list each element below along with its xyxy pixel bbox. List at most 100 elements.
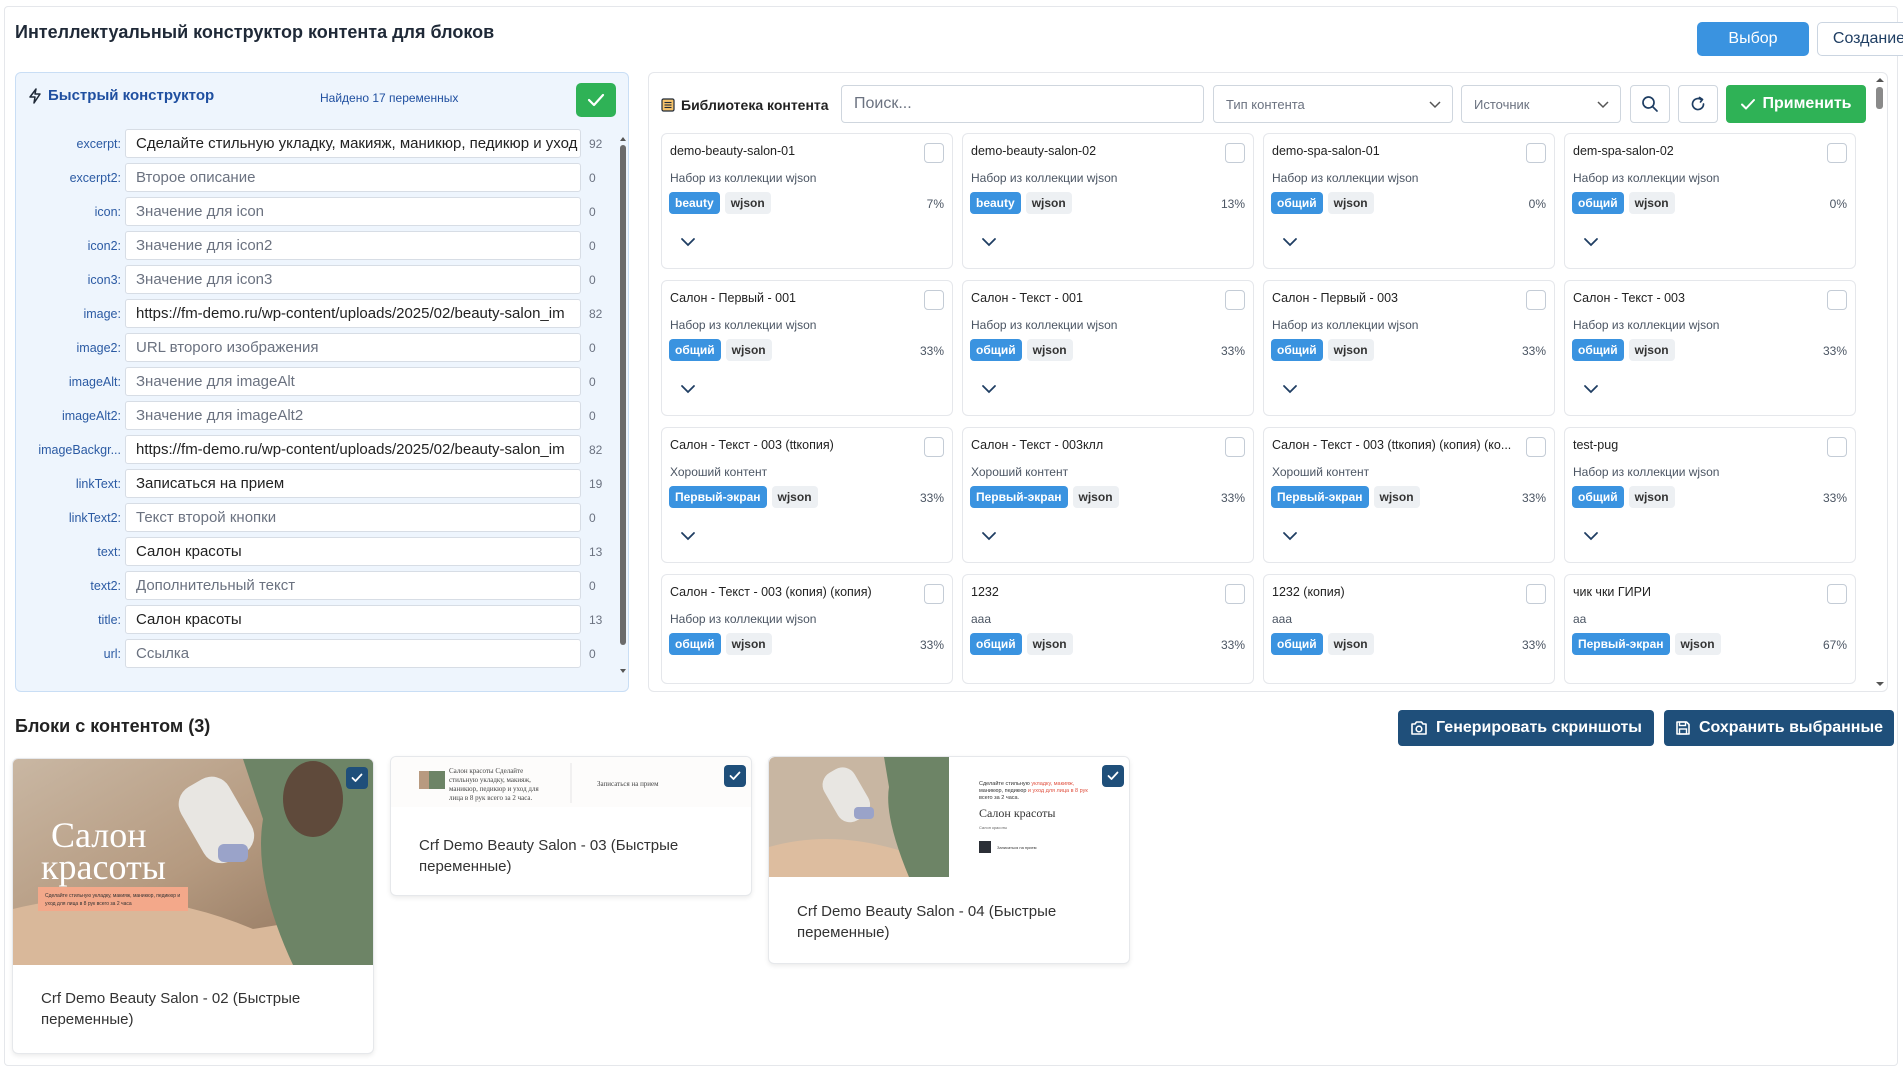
variable-row: icon: Значение для icon 0 [16, 197, 616, 227]
content-card[interactable]: Салон - Текст - 003 Набор из коллекции wj… [1564, 280, 1856, 416]
preview-text-line1: Сделайте стильную укладку, макияж, [979, 780, 1075, 787]
save-selected-label: Сохранить выбранные [1698, 719, 1884, 736]
block-select-checkbox[interactable] [724, 765, 746, 787]
variable-char-count: 13 [589, 613, 603, 627]
content-card-checkbox[interactable] [1225, 290, 1245, 310]
variable-label: excerpt: [76, 137, 121, 151]
content-card-title: Салон - Текст - 003клл [971, 438, 1104, 452]
variable-input[interactable]: Значение для imageAlt2 [125, 401, 581, 430]
library-search-input[interactable]: Поиск... [841, 85, 1204, 123]
content-card-checkbox[interactable] [1827, 584, 1847, 604]
block-card[interactable]: Сделайте стильную укладку, макияж, маник… [768, 756, 1130, 964]
content-card[interactable]: Салон - Первый - 001 Набор из коллекции w… [661, 280, 953, 416]
content-card-checkbox[interactable] [1827, 437, 1847, 457]
variable-input[interactable]: https://fm-demo.ru/wp-content/uploads/20… [125, 299, 581, 328]
content-card-checkbox[interactable] [1225, 143, 1245, 163]
chevron-down-icon[interactable] [680, 383, 696, 395]
search-button[interactable] [1630, 85, 1670, 123]
variable-input[interactable]: Салон красоты [125, 605, 581, 634]
refresh-button[interactable] [1678, 85, 1718, 123]
match-percent: 33% [1521, 344, 1546, 358]
select-mode-button[interactable]: Выбор [1697, 22, 1809, 56]
content-card[interactable]: Салон - Текст - 003 (копия) (копия) Набор… [661, 574, 953, 684]
generate-screenshots-button[interactable]: Генерировать скриншоты [1398, 710, 1654, 746]
content-card[interactable]: Салон - Текст - 001 Набор из коллекции wj… [962, 280, 1254, 416]
content-card-checkbox[interactable] [1526, 437, 1546, 457]
preview-title-line1: Салон красоты Сделайте [449, 767, 523, 775]
source-badge: wjson [1327, 339, 1374, 361]
content-card-checkbox[interactable] [924, 437, 944, 457]
content-card-checkbox[interactable] [1827, 290, 1847, 310]
scrollbar-thumb[interactable] [1876, 87, 1883, 109]
content-card-checkbox[interactable] [1225, 437, 1245, 457]
chevron-down-icon[interactable] [680, 236, 696, 248]
content-card[interactable]: demo-beauty-salon-02 Набор из коллекции w… [962, 133, 1254, 269]
content-card[interactable]: Салон - Первый - 003 Набор из коллекции w… [1263, 280, 1555, 416]
content-card-title: Салон - Первый - 003 [1272, 291, 1398, 305]
variable-input[interactable]: Значение для icon3 [125, 265, 581, 294]
content-card-checkbox[interactable] [1526, 584, 1546, 604]
block-card[interactable]: Салон красоты Сделайте стильную укладку,… [12, 758, 374, 1054]
content-card-checkbox[interactable] [924, 584, 944, 604]
content-card-checkbox[interactable] [1827, 143, 1847, 163]
content-card[interactable]: demo-spa-salon-01 Набор из коллекции wjso… [1263, 133, 1555, 269]
variable-row: image2: URL второго изображения 0 [16, 333, 616, 363]
content-card-tags: общий wjson [1271, 339, 1374, 361]
chevron-down-icon[interactable] [680, 530, 696, 542]
variable-input[interactable]: Дополнительный текст [125, 571, 581, 600]
content-card[interactable]: Салон - Текст - 003клл Хороший контент Пер… [962, 427, 1254, 563]
content-card-checkbox[interactable] [924, 143, 944, 163]
variable-input[interactable]: URL второго изображения [125, 333, 581, 362]
content-card[interactable]: 1232 (копия) ааа общий wjson 33% [1263, 574, 1555, 684]
variable-row: icon3: Значение для icon3 0 [16, 265, 616, 295]
chevron-down-icon[interactable] [1583, 530, 1599, 542]
variable-char-count: 19 [589, 477, 603, 491]
content-card[interactable]: Салон - Текст - 003 (ttкопия) Хороший кон… [661, 427, 953, 563]
library-scrollbar[interactable] [1873, 73, 1887, 691]
chevron-down-icon[interactable] [1282, 236, 1298, 248]
block-select-checkbox[interactable] [1102, 765, 1124, 787]
lightning-icon [29, 87, 41, 104]
variable-input[interactable]: https://fm-demo.ru/wp-content/uploads/20… [125, 435, 581, 464]
chevron-down-icon[interactable] [981, 236, 997, 248]
content-card[interactable]: demo-beauty-salon-01 Набор из коллекции w… [661, 133, 953, 269]
content-card[interactable]: dem-spa-salon-02 Набор из коллекции wjson… [1564, 133, 1856, 269]
apply-button[interactable]: Применить [1726, 85, 1866, 123]
create-mode-button[interactable]: Создание [1817, 22, 1903, 56]
content-type-select[interactable]: Тип контента [1213, 85, 1453, 123]
chevron-down-icon[interactable] [1583, 383, 1599, 395]
variable-input[interactable]: Текст второй кнопки [125, 503, 581, 532]
content-card-checkbox[interactable] [1526, 143, 1546, 163]
content-card[interactable]: Салон - Текст - 003 (ttкопия) (копия) (к… [1263, 427, 1555, 563]
scrollbar-thumb[interactable] [620, 145, 626, 645]
variables-scrollbar[interactable] [619, 135, 627, 675]
content-library-panel: Библиотека контента Поиск... Тип контент… [648, 72, 1888, 692]
content-type-badge: общий [1572, 486, 1624, 508]
variable-char-count: 0 [589, 205, 596, 219]
chevron-down-icon[interactable] [1282, 383, 1298, 395]
chevron-down-icon[interactable] [1282, 530, 1298, 542]
chevron-down-icon[interactable] [1583, 236, 1599, 248]
variable-input[interactable]: Значение для icon2 [125, 231, 581, 260]
block-select-checkbox[interactable] [346, 767, 368, 789]
variable-input[interactable]: Значение для imageAlt [125, 367, 581, 396]
check-icon [1741, 98, 1756, 109]
content-card[interactable]: test-pug Набор из коллекции wjson общий wjs… [1564, 427, 1856, 563]
variable-input[interactable]: Значение для icon [125, 197, 581, 226]
content-card[interactable]: чик чки ГИРИ аа Первый-экран wjson 67% [1564, 574, 1856, 684]
block-card[interactable]: Салон красоты Сделайте стильную укладку,… [390, 756, 752, 896]
content-card-checkbox[interactable] [924, 290, 944, 310]
apply-variables-button[interactable] [576, 83, 616, 117]
content-card-checkbox[interactable] [1526, 290, 1546, 310]
variable-input[interactable]: Салон красоты [125, 537, 581, 566]
variable-input[interactable]: Записаться на прием [125, 469, 581, 498]
source-select[interactable]: Источник [1461, 85, 1621, 123]
chevron-down-icon[interactable] [981, 530, 997, 542]
content-card-checkbox[interactable] [1225, 584, 1245, 604]
content-card[interactable]: 1232 ааа общий wjson 33% [962, 574, 1254, 684]
variable-input[interactable]: Ссылка [125, 639, 581, 668]
variable-input[interactable]: Сделайте стильную укладку, макияж, маник… [125, 129, 581, 158]
variable-input[interactable]: Второе описание [125, 163, 581, 192]
chevron-down-icon[interactable] [981, 383, 997, 395]
save-selected-button[interactable]: Сохранить выбранные [1664, 710, 1894, 746]
